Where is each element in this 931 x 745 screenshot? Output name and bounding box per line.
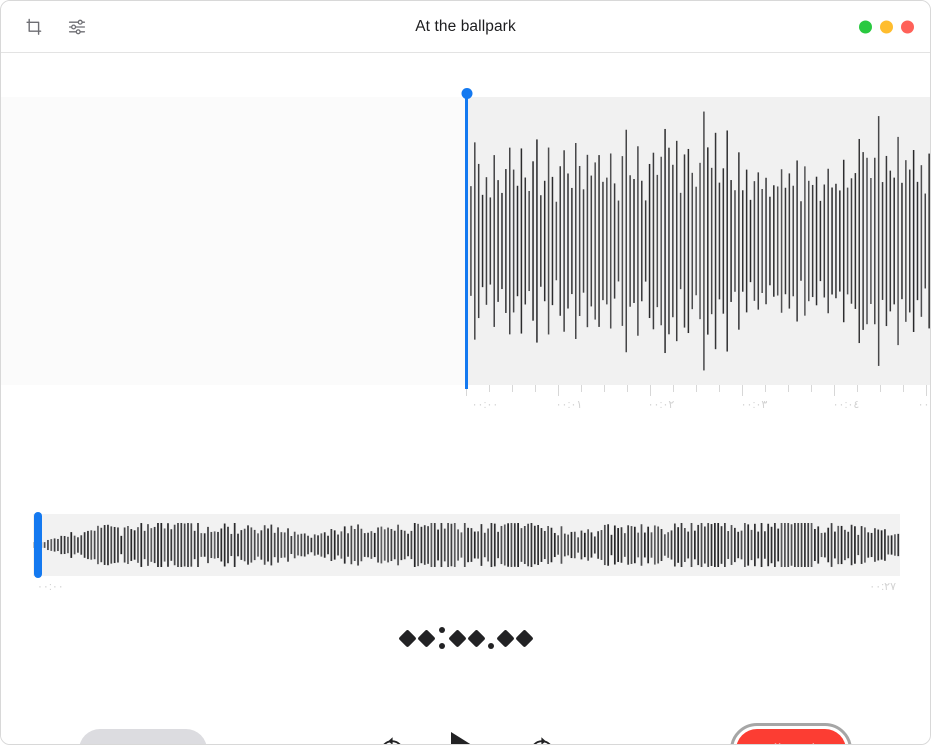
title-bar: At the ballpark: [1, 1, 930, 53]
toolbar-left: [1, 15, 89, 39]
play-button[interactable]: [450, 732, 483, 744]
timecode-minutes: [397, 628, 436, 648]
bottom-toolbar: تم ١٥: [1, 715, 930, 744]
playhead-handle-top[interactable]: [461, 88, 472, 99]
skip-back-15-button[interactable]: ١٥: [375, 735, 409, 744]
ruler-label: ٠٠:٠٤: [832, 399, 860, 411]
close-button[interactable]: [901, 20, 914, 33]
ruler-tick: [696, 385, 697, 392]
replace-button-focus-ring: استبدال: [730, 723, 852, 744]
ruler-tick: [857, 385, 858, 392]
time-ruler: ٠٠:٠٠ ٠٠:٠١ ٠٠:٠٢ ٠٠:٠٣ ٠٠:٠٤ ٠٠:٠٥: [1, 385, 930, 419]
overview-playhead[interactable]: [34, 512, 42, 578]
sliders-icon[interactable]: [65, 15, 89, 39]
minimize-button[interactable]: [880, 20, 893, 33]
timecode-digit: [397, 628, 417, 648]
ruler-tick: [673, 385, 674, 392]
overview-strip[interactable]: [33, 514, 900, 576]
ruler-tick: [765, 385, 766, 392]
ruler-label: ٠٠:٠٣: [740, 399, 768, 411]
replace-button[interactable]: استبدال: [736, 729, 846, 744]
overview-start-time: ٠٠:٠٠: [37, 581, 64, 593]
play-icon: [450, 732, 483, 744]
ruler-tick: [604, 385, 605, 392]
overview-waveform[interactable]: [33, 514, 900, 576]
crop-icon[interactable]: [22, 15, 46, 39]
ruler-tick: [811, 385, 812, 392]
ruler-tick: [788, 385, 789, 392]
playhead[interactable]: [461, 88, 472, 389]
ruler-tick: [719, 385, 720, 392]
editor-content: ٠٠:٠٠ ٠٠:٠١ ٠٠:٠٢ ٠٠:٠٣ ٠٠:٠٤ ٠٠:٠٥ ٠٠:٠٠ ٠٠:…: [1, 53, 930, 744]
audio-editor-window: At the ballpark ٠٠:٠٠ ٠٠:٠١ ٠٠:٠٢ ٠٠:٠٣ ٠٠:٠…: [0, 0, 931, 745]
ruler-label: ٠٠:٠٥: [917, 399, 930, 411]
ruler-tick: [558, 385, 559, 396]
ruler-tick: [581, 385, 582, 392]
ruler-tick: [489, 385, 490, 392]
timecode-digit: [447, 628, 467, 648]
overview-end-time: ٠٠:٢٧: [869, 581, 896, 593]
maximize-button[interactable]: [859, 20, 872, 33]
timecode-fraction: [495, 628, 534, 648]
ruler-tick: [903, 385, 904, 392]
ruler-tick: [926, 385, 927, 396]
ruler-tick: [834, 385, 835, 396]
timecode-seconds: [447, 628, 486, 648]
timecode-digit: [495, 628, 515, 648]
ruler-tick: [650, 385, 651, 396]
ruler-tick: [627, 385, 628, 392]
ruler-tick: [742, 385, 743, 396]
ruler-label: ٠٠:٠٢: [647, 399, 675, 411]
skip-forward-15-button[interactable]: ١٥: [525, 735, 559, 744]
ruler-label: ٠٠:٠٠: [471, 399, 499, 411]
waveform-editor[interactable]: [1, 88, 930, 389]
current-time-display: [1, 618, 930, 658]
ruler-label: ٠٠:٠١: [555, 399, 583, 411]
ruler-tick: [512, 385, 513, 392]
ruler-tick: [535, 385, 536, 392]
timecode-digit: [514, 628, 534, 648]
window-controls: [859, 20, 914, 33]
ruler-tick: [880, 385, 881, 392]
page-title: At the ballpark: [415, 17, 516, 35]
